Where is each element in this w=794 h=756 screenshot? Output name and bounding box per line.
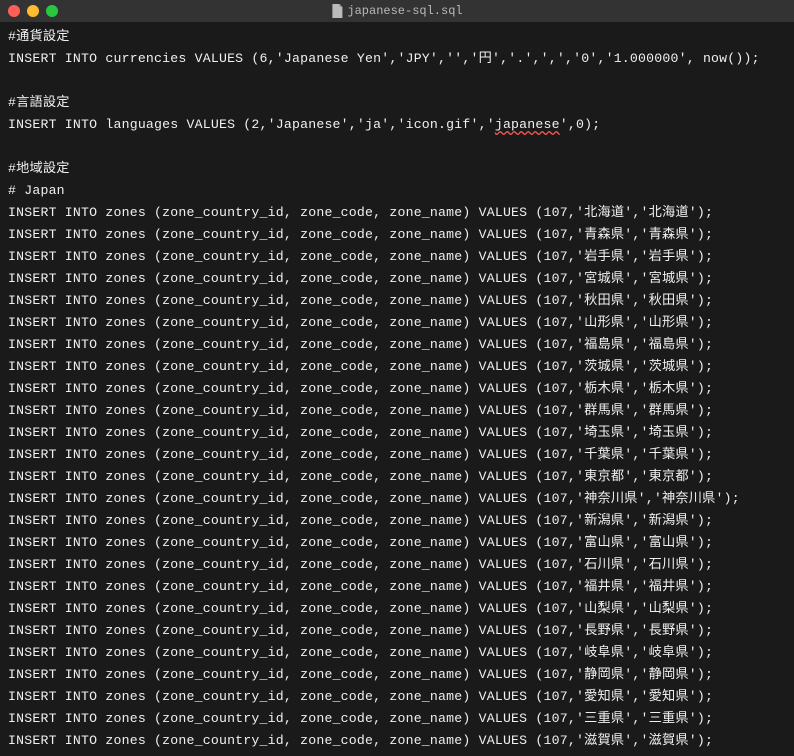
traffic-lights xyxy=(8,5,58,17)
sql-language: INSERT INTO languages VALUES (2,'Japanes… xyxy=(8,117,600,132)
sql-zone-row: INSERT INTO zones (zone_country_id, zone… xyxy=(8,645,713,660)
sql-zone-row: INSERT INTO zones (zone_country_id, zone… xyxy=(8,425,713,440)
sql-zone-row: INSERT INTO zones (zone_country_id, zone… xyxy=(8,689,713,704)
sql-zone-row: INSERT INTO zones (zone_country_id, zone… xyxy=(8,315,713,330)
window-title: japanese-sql.sql xyxy=(347,4,462,18)
comment-currency: #通貨設定 xyxy=(8,29,70,44)
sql-zone-row: INSERT INTO zones (zone_country_id, zone… xyxy=(8,227,713,242)
code-editor[interactable]: #通貨設定 INSERT INTO currencies VALUES (6,'… xyxy=(0,22,794,756)
sql-zone-row: INSERT INTO zones (zone_country_id, zone… xyxy=(8,601,713,616)
sql-zone-row: INSERT INTO zones (zone_country_id, zone… xyxy=(8,403,713,418)
file-icon xyxy=(331,4,343,18)
sql-zone-row: INSERT INTO zones (zone_country_id, zone… xyxy=(8,711,713,726)
window-title-wrap: japanese-sql.sql xyxy=(331,4,462,18)
sql-zone-row-partial: INSERT INTO zones (zone_country_id, zone… xyxy=(8,733,713,748)
sql-zone-row: INSERT INTO zones (zone_country_id, zone… xyxy=(8,205,713,220)
comment-japan: # Japan xyxy=(8,183,65,198)
sql-zone-row: INSERT INTO zones (zone_country_id, zone… xyxy=(8,667,713,682)
sql-zone-row: INSERT INTO zones (zone_country_id, zone… xyxy=(8,447,713,462)
sql-zone-row: INSERT INTO zones (zone_country_id, zone… xyxy=(8,535,713,550)
comment-language: #言語設定 xyxy=(8,95,70,110)
sql-zone-row: INSERT INTO zones (zone_country_id, zone… xyxy=(8,381,713,396)
sql-zone-row: INSERT INTO zones (zone_country_id, zone… xyxy=(8,579,713,594)
sql-zone-row: INSERT INTO zones (zone_country_id, zone… xyxy=(8,293,713,308)
sql-zone-row: INSERT INTO zones (zone_country_id, zone… xyxy=(8,359,713,374)
sql-zone-row: INSERT INTO zones (zone_country_id, zone… xyxy=(8,337,713,352)
sql-zone-row: INSERT INTO zones (zone_country_id, zone… xyxy=(8,469,713,484)
window-titlebar: japanese-sql.sql xyxy=(0,0,794,22)
sql-zone-row: INSERT INTO zones (zone_country_id, zone… xyxy=(8,491,740,506)
comment-region: #地域設定 xyxy=(8,161,70,176)
sql-zone-row: INSERT INTO zones (zone_country_id, zone… xyxy=(8,557,713,572)
sql-zone-row: INSERT INTO zones (zone_country_id, zone… xyxy=(8,249,713,264)
minimize-button[interactable] xyxy=(27,5,39,17)
close-button[interactable] xyxy=(8,5,20,17)
sql-zone-row: INSERT INTO zones (zone_country_id, zone… xyxy=(8,623,713,638)
maximize-button[interactable] xyxy=(46,5,58,17)
sql-zone-row: INSERT INTO zones (zone_country_id, zone… xyxy=(8,271,713,286)
sql-currency: INSERT INTO currencies VALUES (6,'Japane… xyxy=(8,51,760,66)
spell-error: japanese xyxy=(495,117,560,132)
sql-zone-row: INSERT INTO zones (zone_country_id, zone… xyxy=(8,513,713,528)
